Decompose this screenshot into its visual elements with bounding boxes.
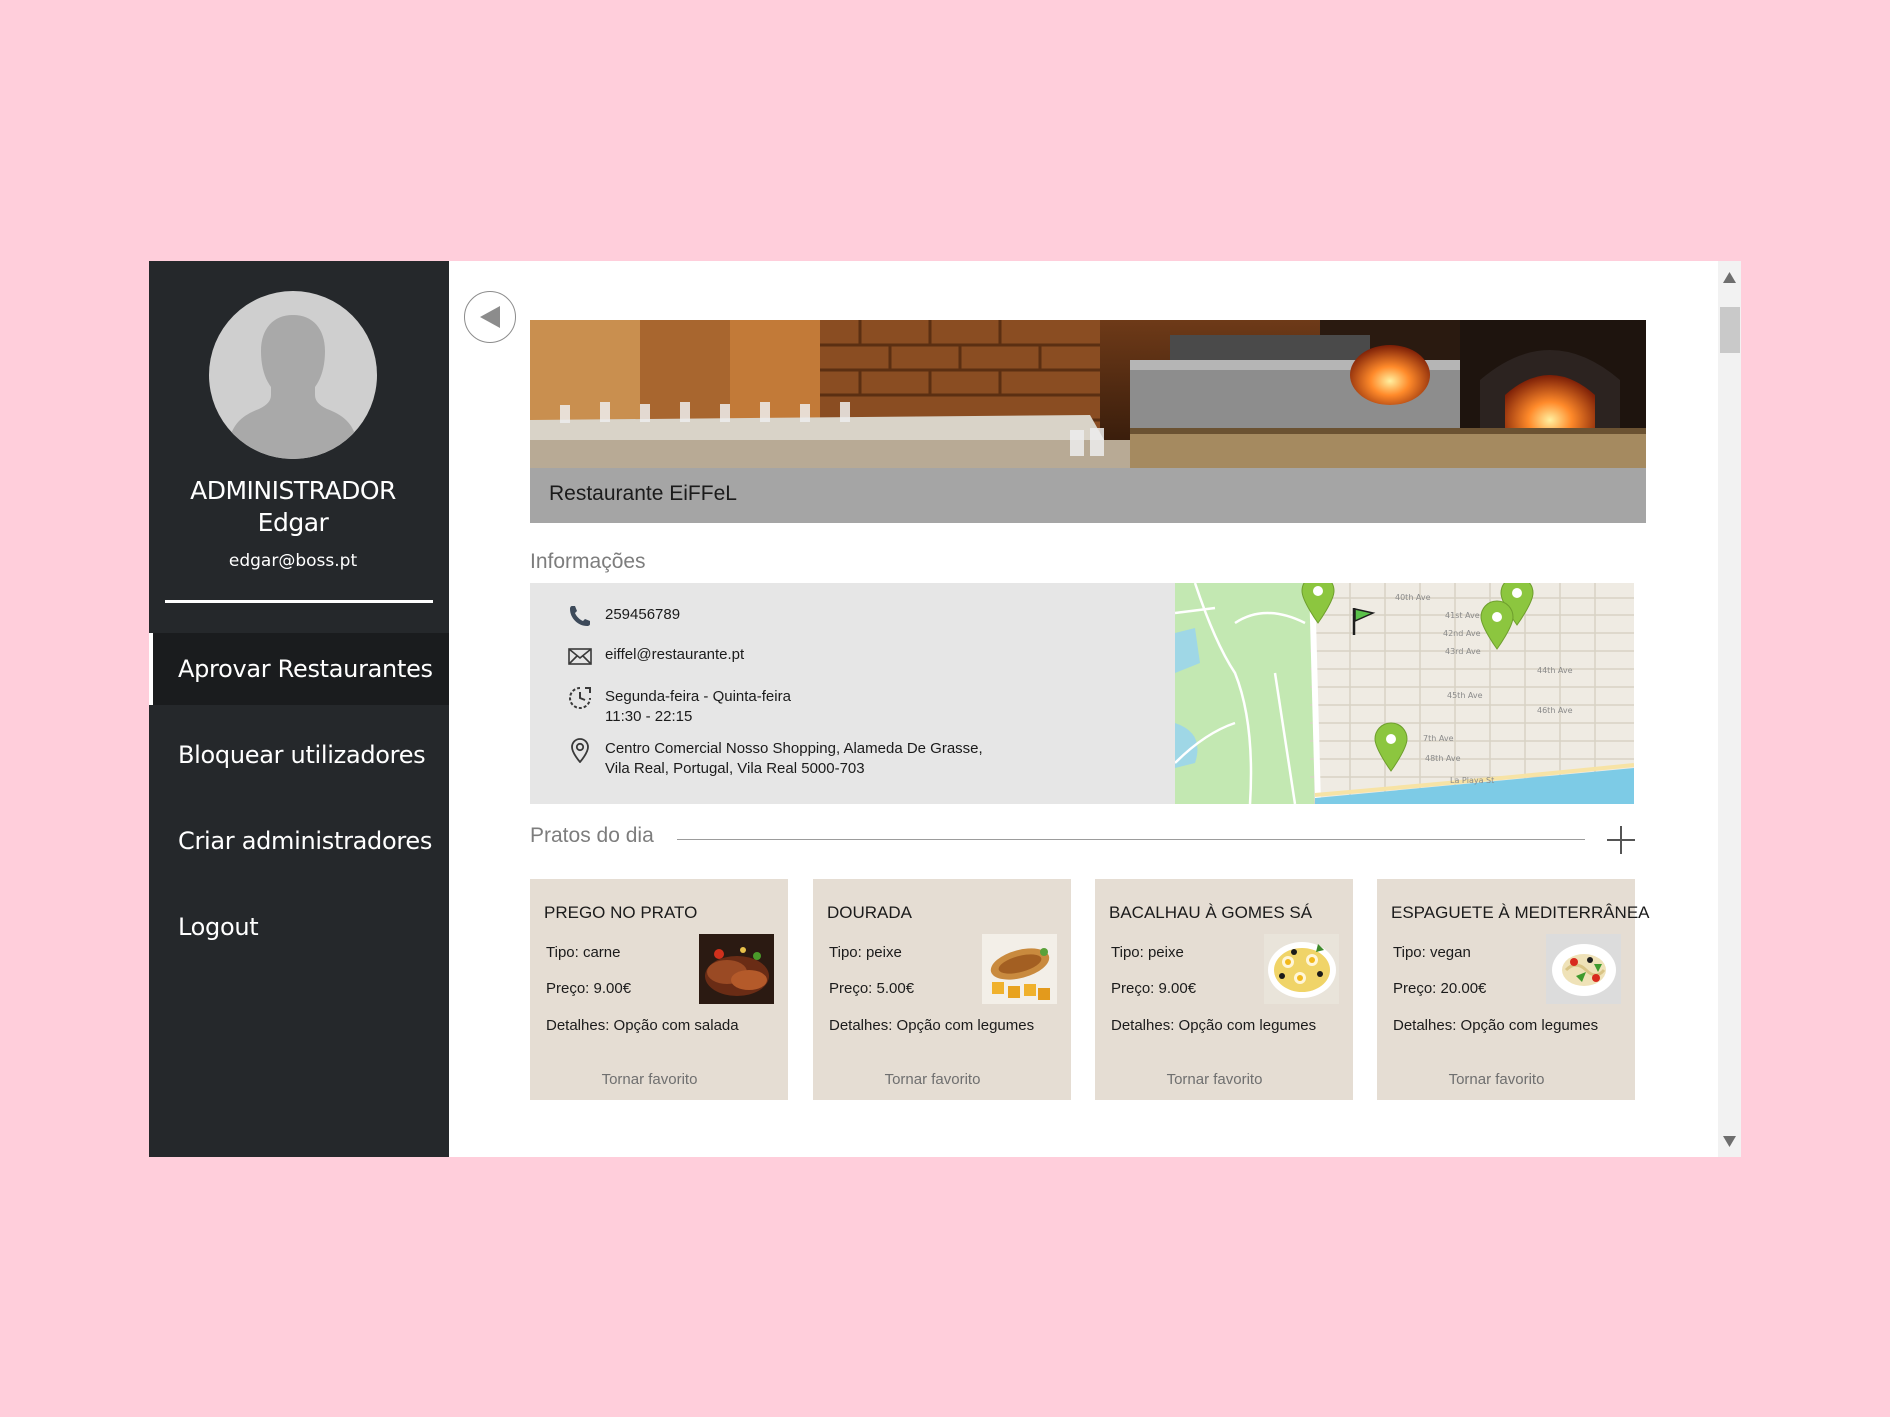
info-phone: 259456789 bbox=[605, 606, 681, 623]
vertical-scrollbar[interactable] bbox=[1718, 261, 1741, 1157]
restaurant-name: Restaurante EiFFeL bbox=[549, 482, 737, 505]
map-street-label: 7th Ave bbox=[1423, 734, 1454, 743]
dish-card: BACALHAU À GOMES SÁ Tipo: peixe Preço: 9… bbox=[1095, 879, 1353, 1100]
dish-name: PREGO NO PRATO bbox=[544, 903, 698, 922]
dish-name: ESPAGUETE À MEDITERRÂNEA bbox=[1391, 903, 1650, 922]
map-street-label: 48th Ave bbox=[1425, 754, 1461, 763]
scroll-up-arrow-icon[interactable] bbox=[1722, 270, 1737, 285]
dish-photo bbox=[1546, 934, 1621, 1004]
sidebar-item-logout[interactable]: Logout bbox=[149, 891, 449, 963]
dish-details: Detalhes: Opção com legumes bbox=[1393, 1017, 1599, 1034]
dish-type: Tipo: vegan bbox=[1393, 944, 1471, 961]
map-street-label: 41st Ave bbox=[1445, 611, 1480, 620]
app-window: ADMINISTRADOR Edgar edgar@boss.pt Aprova… bbox=[149, 261, 1741, 1157]
profile-heading: ADMINISTRADOR Edgar bbox=[149, 475, 437, 539]
info-section-title: Informações bbox=[530, 550, 646, 573]
dish-card: PREGO NO PRATO Tipo: carne Preço: 9.00€ … bbox=[530, 879, 788, 1100]
dish-price: Preço: 9.00€ bbox=[1111, 980, 1197, 997]
sidebar-item-bloquear-utilizadores[interactable]: Bloquear utilizadores bbox=[149, 719, 449, 791]
dishes-section-title: Pratos do dia bbox=[530, 824, 654, 847]
dish-card: ESPAGUETE À MEDITERRÂNEA Tipo: vegan Pre… bbox=[1377, 879, 1650, 1100]
favorite-button[interactable]: Tornar favorito bbox=[813, 1071, 1052, 1088]
restaurant-name-bar: Restaurante EiFFeL bbox=[530, 468, 1646, 523]
dish-price: Preço: 9.00€ bbox=[546, 980, 632, 997]
info-panel: 259456789 eiffel@restaurante.pt Segunda-… bbox=[530, 583, 1634, 804]
favorite-button[interactable]: Tornar favorito bbox=[1095, 1071, 1334, 1088]
profile-email: edgar@boss.pt bbox=[228, 551, 358, 571]
dish-type: Tipo: peixe bbox=[1111, 944, 1184, 961]
info-address-line1: Centro Comercial Nosso Shopping, Alameda… bbox=[605, 740, 983, 757]
dish-details: Detalhes: Opção com salada bbox=[546, 1017, 739, 1034]
dish-details: Detalhes: Opção com legumes bbox=[1111, 1017, 1317, 1034]
sidebar: ADMINISTRADOR Edgar edgar@boss.pt Aprova… bbox=[149, 261, 449, 1157]
location-pin-icon bbox=[571, 738, 589, 763]
info-days: Segunda-feira - Quinta-feira bbox=[605, 688, 791, 705]
restaurant-hero: Restaurante EiFFeL bbox=[530, 320, 1646, 523]
mail-icon bbox=[568, 648, 592, 665]
favorite-button[interactable]: Tornar favorito bbox=[1377, 1071, 1616, 1088]
location-map[interactable]: 40th Ave 41st Ave 42nd Ave 43rd Ave 44th… bbox=[1175, 583, 1634, 804]
info-email: eiffel@restaurante.pt bbox=[605, 646, 745, 663]
favorite-button[interactable]: Tornar favorito bbox=[530, 1071, 769, 1088]
map-street-label: 44th Ave bbox=[1537, 666, 1573, 675]
dishes-divider bbox=[677, 839, 1585, 840]
dish-card: DOURADA Tipo: peixe Preço: 5.00€ Detalhe… bbox=[813, 879, 1071, 1100]
restaurant-banner-image bbox=[530, 320, 1646, 468]
phone-icon bbox=[570, 606, 590, 626]
dish-photo bbox=[1264, 934, 1339, 1004]
sidebar-item-criar-administradores[interactable]: Criar administradores bbox=[149, 805, 449, 877]
map-street-label: 40th Ave bbox=[1395, 593, 1431, 602]
clock-icon bbox=[569, 687, 591, 709]
info-address: Centro Comercial Nosso Shopping, Alameda… bbox=[605, 739, 983, 779]
sidebar-item-aprovar-restaurantes[interactable]: Aprovar Restaurantes bbox=[149, 633, 449, 705]
dish-details: Detalhes: Opção com legumes bbox=[829, 1017, 1035, 1034]
scrollbar-thumb[interactable] bbox=[1720, 307, 1740, 353]
back-arrow-icon bbox=[480, 306, 500, 328]
dish-name: BACALHAU À GOMES SÁ bbox=[1109, 903, 1313, 922]
sidebar-menu: Aprovar Restaurantes Bloquear utilizador… bbox=[149, 633, 449, 963]
profile-name: Edgar bbox=[257, 508, 329, 537]
dish-price: Preço: 5.00€ bbox=[829, 980, 915, 997]
map-street-label: 42nd Ave bbox=[1443, 629, 1481, 638]
map-street-label: 45th Ave bbox=[1447, 691, 1483, 700]
plus-icon bbox=[1607, 826, 1635, 854]
dish-price: Preço: 20.00€ bbox=[1393, 980, 1487, 997]
info-address-line2: Vila Real, Portugal, Vila Real 5000-703 bbox=[605, 760, 865, 777]
profile-role: ADMINISTRADOR bbox=[190, 476, 396, 505]
dish-type: Tipo: peixe bbox=[829, 944, 902, 961]
info-time: 11:30 - 22:15 bbox=[605, 708, 693, 725]
dish-type: Tipo: carne bbox=[546, 944, 621, 961]
map-graphic: 40th Ave 41st Ave 42nd Ave 43rd Ave 44th… bbox=[1175, 583, 1634, 804]
sidebar-divider bbox=[165, 600, 433, 603]
dish-photo bbox=[699, 934, 774, 1004]
map-street-label: 46th Ave bbox=[1537, 706, 1573, 715]
add-dish-button[interactable] bbox=[1604, 823, 1638, 857]
info-hours: Segunda-feira - Quinta-feira 11:30 - 22:… bbox=[605, 687, 791, 727]
user-silhouette-icon bbox=[229, 315, 357, 459]
avatar bbox=[209, 291, 377, 459]
map-street-label: La Playa St bbox=[1450, 776, 1494, 785]
back-button[interactable] bbox=[464, 291, 516, 343]
dish-name: DOURADA bbox=[827, 903, 913, 922]
map-street-label: 43rd Ave bbox=[1445, 647, 1481, 656]
dish-photo bbox=[982, 934, 1057, 1004]
scroll-down-arrow-icon[interactable] bbox=[1722, 1134, 1737, 1149]
